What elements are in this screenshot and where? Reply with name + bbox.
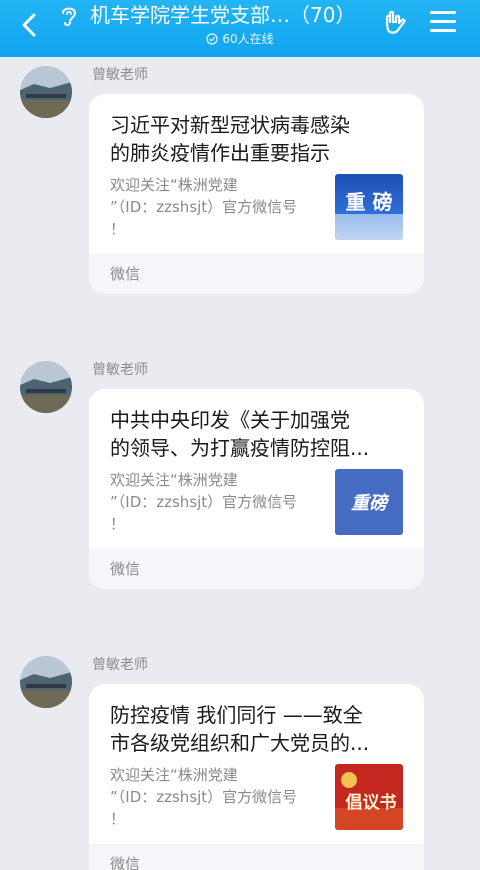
group-title[interactable]: 机车学院学生党支部…（70） [90,2,375,28]
source-label: 微信 [110,265,141,283]
article-description: 欢迎关注“株洲党建 ”（ID：zzshsjt）官方微信号 ！ [110,471,298,533]
article-title: 习近平对新型冠状病毒感染 的肺炎疫情作出重要指示 [110,113,350,165]
menu-icon [430,11,456,14]
menu-button[interactable] [430,10,456,34]
sender-name: 曾敏老师 [92,362,148,378]
article-thumbnail: 重 磅 [335,174,403,240]
thumbnail-text: 重磅 [351,493,390,514]
source-label: 微信 [110,560,141,578]
article-card[interactable]: 中共中央印发《关于加强党 的领导、为打赢疫情防控阻... 欢迎关注“株洲党建 ”… [89,389,424,589]
sender-name: 曾敏老师 [92,67,148,83]
card-footer: 微信 [89,844,424,870]
source-label: 微信 [110,855,141,870]
article-card[interactable]: 防控疫情 我们同行 ——致全 市各级党组织和广大党员的... 欢迎关注“株洲党建… [89,684,424,870]
online-icon [206,33,218,45]
card-footer: 微信 [89,549,424,589]
avatar[interactable] [20,66,72,118]
avatar[interactable] [20,656,72,708]
article-description: 欢迎关注“株洲党建 ”（ID：zzshsjt）官方微信号 ！ [110,766,298,828]
sender-name: 曾敏老师 [92,657,148,673]
avatar[interactable] [20,361,72,413]
thumbnail-text: 重 磅 [346,190,393,214]
chat-header: 机车学院学生党支部…（70） 60人在线 [0,0,480,57]
thumbnail-text: 倡议书 [345,792,397,813]
article-thumbnail: 重磅 [335,469,403,535]
online-count: 60人在线 [222,32,274,46]
article-title: 防控疫情 我们同行 ——致全 市各级党组织和广大党员的... [110,703,370,755]
ear-icon[interactable] [58,3,80,29]
article-card[interactable]: 习近平对新型冠状病毒感染 的肺炎疫情作出重要指示 欢迎关注“株洲党建 ”（ID：… [89,94,424,294]
article-thumbnail: 倡议书 [335,764,403,830]
article-description: 欢迎关注“株洲党建 ”（ID：zzshsjt）官方微信号 ！ [110,176,298,238]
article-title: 中共中央印发《关于加强党 的领导、为打赢疫情防控阻... [110,408,370,460]
hand-gesture-icon[interactable] [380,8,410,38]
card-footer: 微信 [89,254,424,294]
